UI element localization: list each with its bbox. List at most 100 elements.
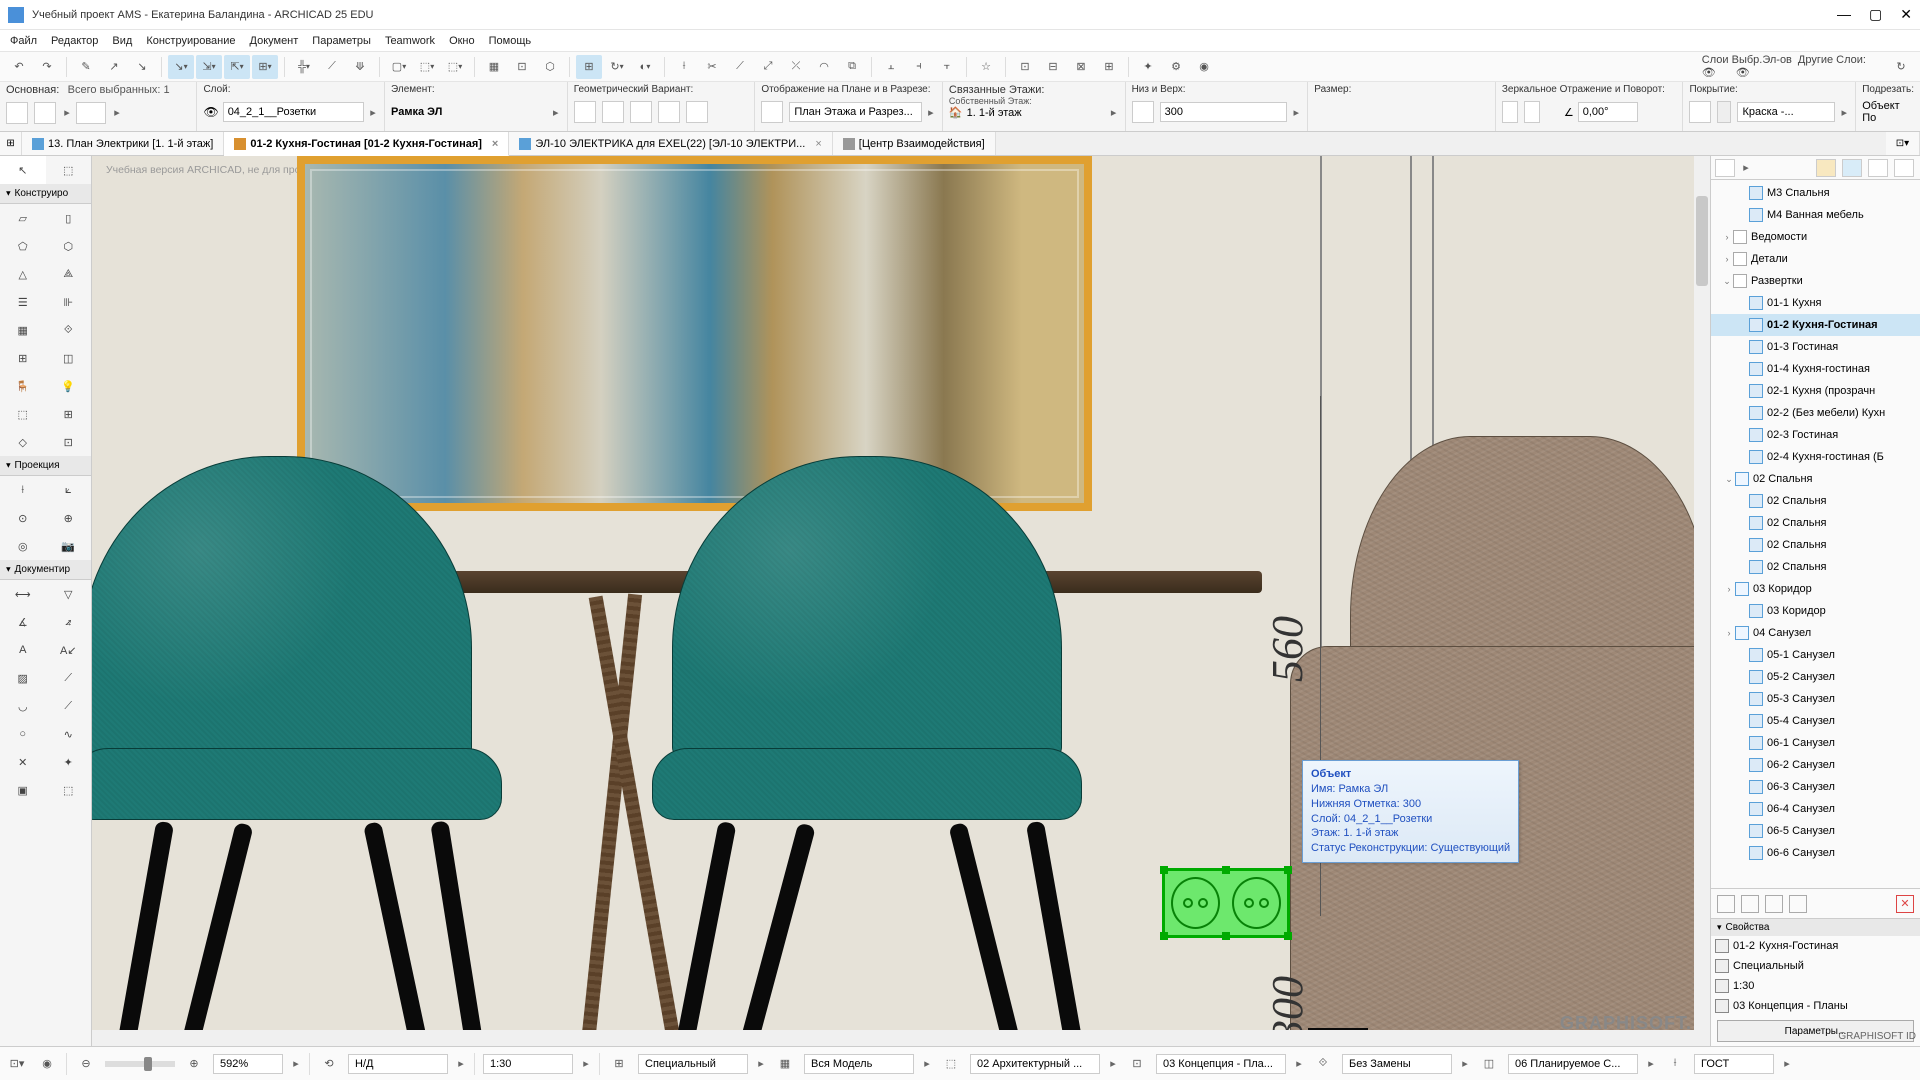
sb-f9[interactable]: ГОСТ — [1694, 1054, 1774, 1074]
tree-item[interactable]: ›Ведомости — [1711, 226, 1920, 248]
inject-button[interactable]: ↗ — [101, 55, 127, 79]
zone-tool[interactable]: ⬚ — [0, 400, 46, 428]
favorites-btn[interactable]: ☆ — [973, 55, 999, 79]
camera-tool[interactable]: 📷 — [46, 532, 92, 560]
shell-tool[interactable]: ⟁ — [46, 260, 92, 288]
toolbox-viewpoint[interactable]: Проекция — [0, 456, 91, 476]
trim-btn[interactable]: ✂ — [699, 55, 725, 79]
beam-tool[interactable]: ⬠ — [0, 232, 46, 260]
orientation-icon[interactable]: ⟲ — [318, 1053, 340, 1075]
menu-help[interactable]: Помощь — [489, 35, 532, 47]
navigator-tree[interactable]: М3 СпальняМ4 Ванная мебель›Ведомости›Дет… — [1711, 180, 1920, 888]
measure-btn[interactable]: ⟊ — [671, 55, 697, 79]
spline-tool[interactable]: ∿ — [46, 720, 92, 748]
display-icon[interactable] — [761, 101, 783, 123]
tree-item[interactable]: 02 Спальня — [1711, 556, 1920, 578]
sb-icon-7[interactable]: ⟊ — [1664, 1053, 1686, 1075]
skylight-tool[interactable]: ◫ — [46, 344, 92, 372]
tab-action-center[interactable]: [Центр Взаимодействия] — [833, 132, 996, 155]
tree-item[interactable]: 06-5 Санузел — [1711, 820, 1920, 842]
opening-tool[interactable]: ⊡ — [46, 428, 92, 456]
arrow-tool[interactable]: ↖ — [0, 156, 46, 184]
guideline-3[interactable]: ⇱▾ — [224, 55, 250, 79]
detail-tool[interactable]: ◎ — [0, 532, 46, 560]
nav-delete[interactable]: ✕ — [1896, 895, 1914, 913]
surface-field[interactable]: Краска -... — [1737, 102, 1835, 122]
fillet-btn[interactable]: ◠ — [811, 55, 837, 79]
sb-f1[interactable]: Н/Д — [348, 1054, 448, 1074]
h-scrollbar[interactable] — [92, 1030, 1694, 1046]
mirror-btn[interactable]: ◐▾ — [632, 55, 658, 79]
ruler-button[interactable]: ⟋ — [319, 55, 345, 79]
mirror-check[interactable] — [1502, 101, 1518, 123]
grid-button[interactable]: ╬▾ — [291, 55, 317, 79]
zoom-out[interactable]: ⊖ — [75, 1053, 97, 1075]
teamwork-btn[interactable]: ↻ — [1888, 55, 1914, 79]
drawing-canvas[interactable]: Учебная версия ARCHICAD, не для продажи.… — [92, 156, 1710, 1046]
tab-schedule[interactable]: ЭЛ-10 ЭЛЕКТРИКА для EXEL(22) [ЭЛ-10 ЭЛЕК… — [509, 132, 832, 155]
filter-btn[interactable]: ⊡ — [509, 55, 535, 79]
zoom-in[interactable]: ⊕ — [183, 1053, 205, 1075]
sb-scale[interactable]: 1:30 — [483, 1054, 573, 1074]
nav-new-folder[interactable] — [1717, 895, 1735, 913]
tree-item[interactable]: 06-2 Санузел — [1711, 754, 1920, 776]
railing-tool[interactable]: ⊪ — [46, 288, 92, 316]
props-header[interactable]: Свойства — [1711, 919, 1920, 936]
tree-item[interactable]: 01-2 Кухня-Гостиная — [1711, 314, 1920, 336]
v-scrollbar[interactable] — [1694, 156, 1710, 1046]
snap-button[interactable]: ⊞▾ — [252, 55, 278, 79]
graphisoft-id[interactable]: GRAPHISOFT ID — [1838, 1031, 1916, 1042]
worksheet-tool[interactable]: ⊕ — [46, 504, 92, 532]
nav-settings[interactable] — [1789, 895, 1807, 913]
menu-edit[interactable]: Редактор — [51, 35, 98, 47]
nav-map-project[interactable] — [1816, 159, 1836, 177]
nav-save-view[interactable] — [1741, 895, 1759, 913]
polyline-tool[interactable]: ⟋ — [46, 692, 92, 720]
tree-item[interactable]: 06-1 Санузел — [1711, 732, 1920, 754]
fill-tool[interactable]: ▨ — [0, 664, 46, 692]
lock-btn[interactable]: ⊞ — [1096, 55, 1122, 79]
line-tool[interactable]: ⟋ — [46, 664, 92, 692]
tree-item[interactable]: ›03 Коридор — [1711, 578, 1920, 600]
sb-f7[interactable]: Без Замены — [1342, 1054, 1452, 1074]
arc-tool[interactable]: ◡ — [0, 692, 46, 720]
split-btn[interactable]: ⟋ — [727, 55, 753, 79]
menu-file[interactable]: Файл — [10, 35, 37, 47]
geom-btn-3[interactable] — [630, 101, 652, 123]
object-tool[interactable]: 🪑 — [0, 372, 46, 400]
column-tool[interactable]: ▯ — [46, 204, 92, 232]
redo-button[interactable]: ↷ — [34, 55, 60, 79]
figure-tool[interactable]: ✦ — [46, 748, 92, 776]
tree-item[interactable]: ›Детали — [1711, 248, 1920, 270]
tree-item[interactable]: 02-1 Кухня (прозрачн — [1711, 380, 1920, 402]
tree-item[interactable]: 05-4 Санузел — [1711, 710, 1920, 732]
display-field[interactable]: План Этажа и Разрез... — [789, 102, 922, 122]
tree-item[interactable]: 02-4 Кухня-гостиная (Б — [1711, 446, 1920, 468]
section-tool[interactable]: ⟊ — [0, 476, 46, 504]
sb-icon-2[interactable]: ▦ — [774, 1053, 796, 1075]
toolbox-document[interactable]: Документир — [0, 560, 91, 580]
sb-f6[interactable]: 03 Концепция - Пла... — [1156, 1054, 1286, 1074]
close-icon[interactable]: × — [492, 138, 498, 150]
mep-btn[interactable]: ✦ — [1135, 55, 1161, 79]
geom-btn-1[interactable] — [574, 101, 596, 123]
guideline-2[interactable]: ⇲▾ — [196, 55, 222, 79]
layer-field[interactable]: 04_2_1__Розетки — [223, 102, 364, 122]
change-tool[interactable]: ⬚ — [46, 776, 92, 804]
minimize-button[interactable]: — — [1837, 6, 1851, 23]
nav-clone[interactable] — [1765, 895, 1783, 913]
selected-outlet[interactable] — [1162, 868, 1290, 938]
elevation-icon[interactable] — [1132, 101, 1154, 123]
ie-tool[interactable]: ⊙ — [0, 504, 46, 532]
marquee-btn[interactable]: ⊞ — [576, 55, 602, 79]
tree-item[interactable]: 03 Коридор — [1711, 600, 1920, 622]
door-tool[interactable]: ⟐ — [46, 316, 92, 344]
toolbox-design[interactable]: Конструиро — [0, 184, 91, 204]
elevation-field[interactable]: 300 — [1160, 102, 1288, 122]
curtain-tool[interactable]: ▦ — [0, 316, 46, 344]
sb-f4[interactable]: Вся Модель — [804, 1054, 914, 1074]
suspend-btn[interactable]: ⊠ — [1068, 55, 1094, 79]
close-button[interactable]: ✕ — [1900, 6, 1912, 23]
mesh-tool[interactable]: ⊞ — [46, 400, 92, 428]
rotate-btn[interactable]: ↻▾ — [604, 55, 630, 79]
